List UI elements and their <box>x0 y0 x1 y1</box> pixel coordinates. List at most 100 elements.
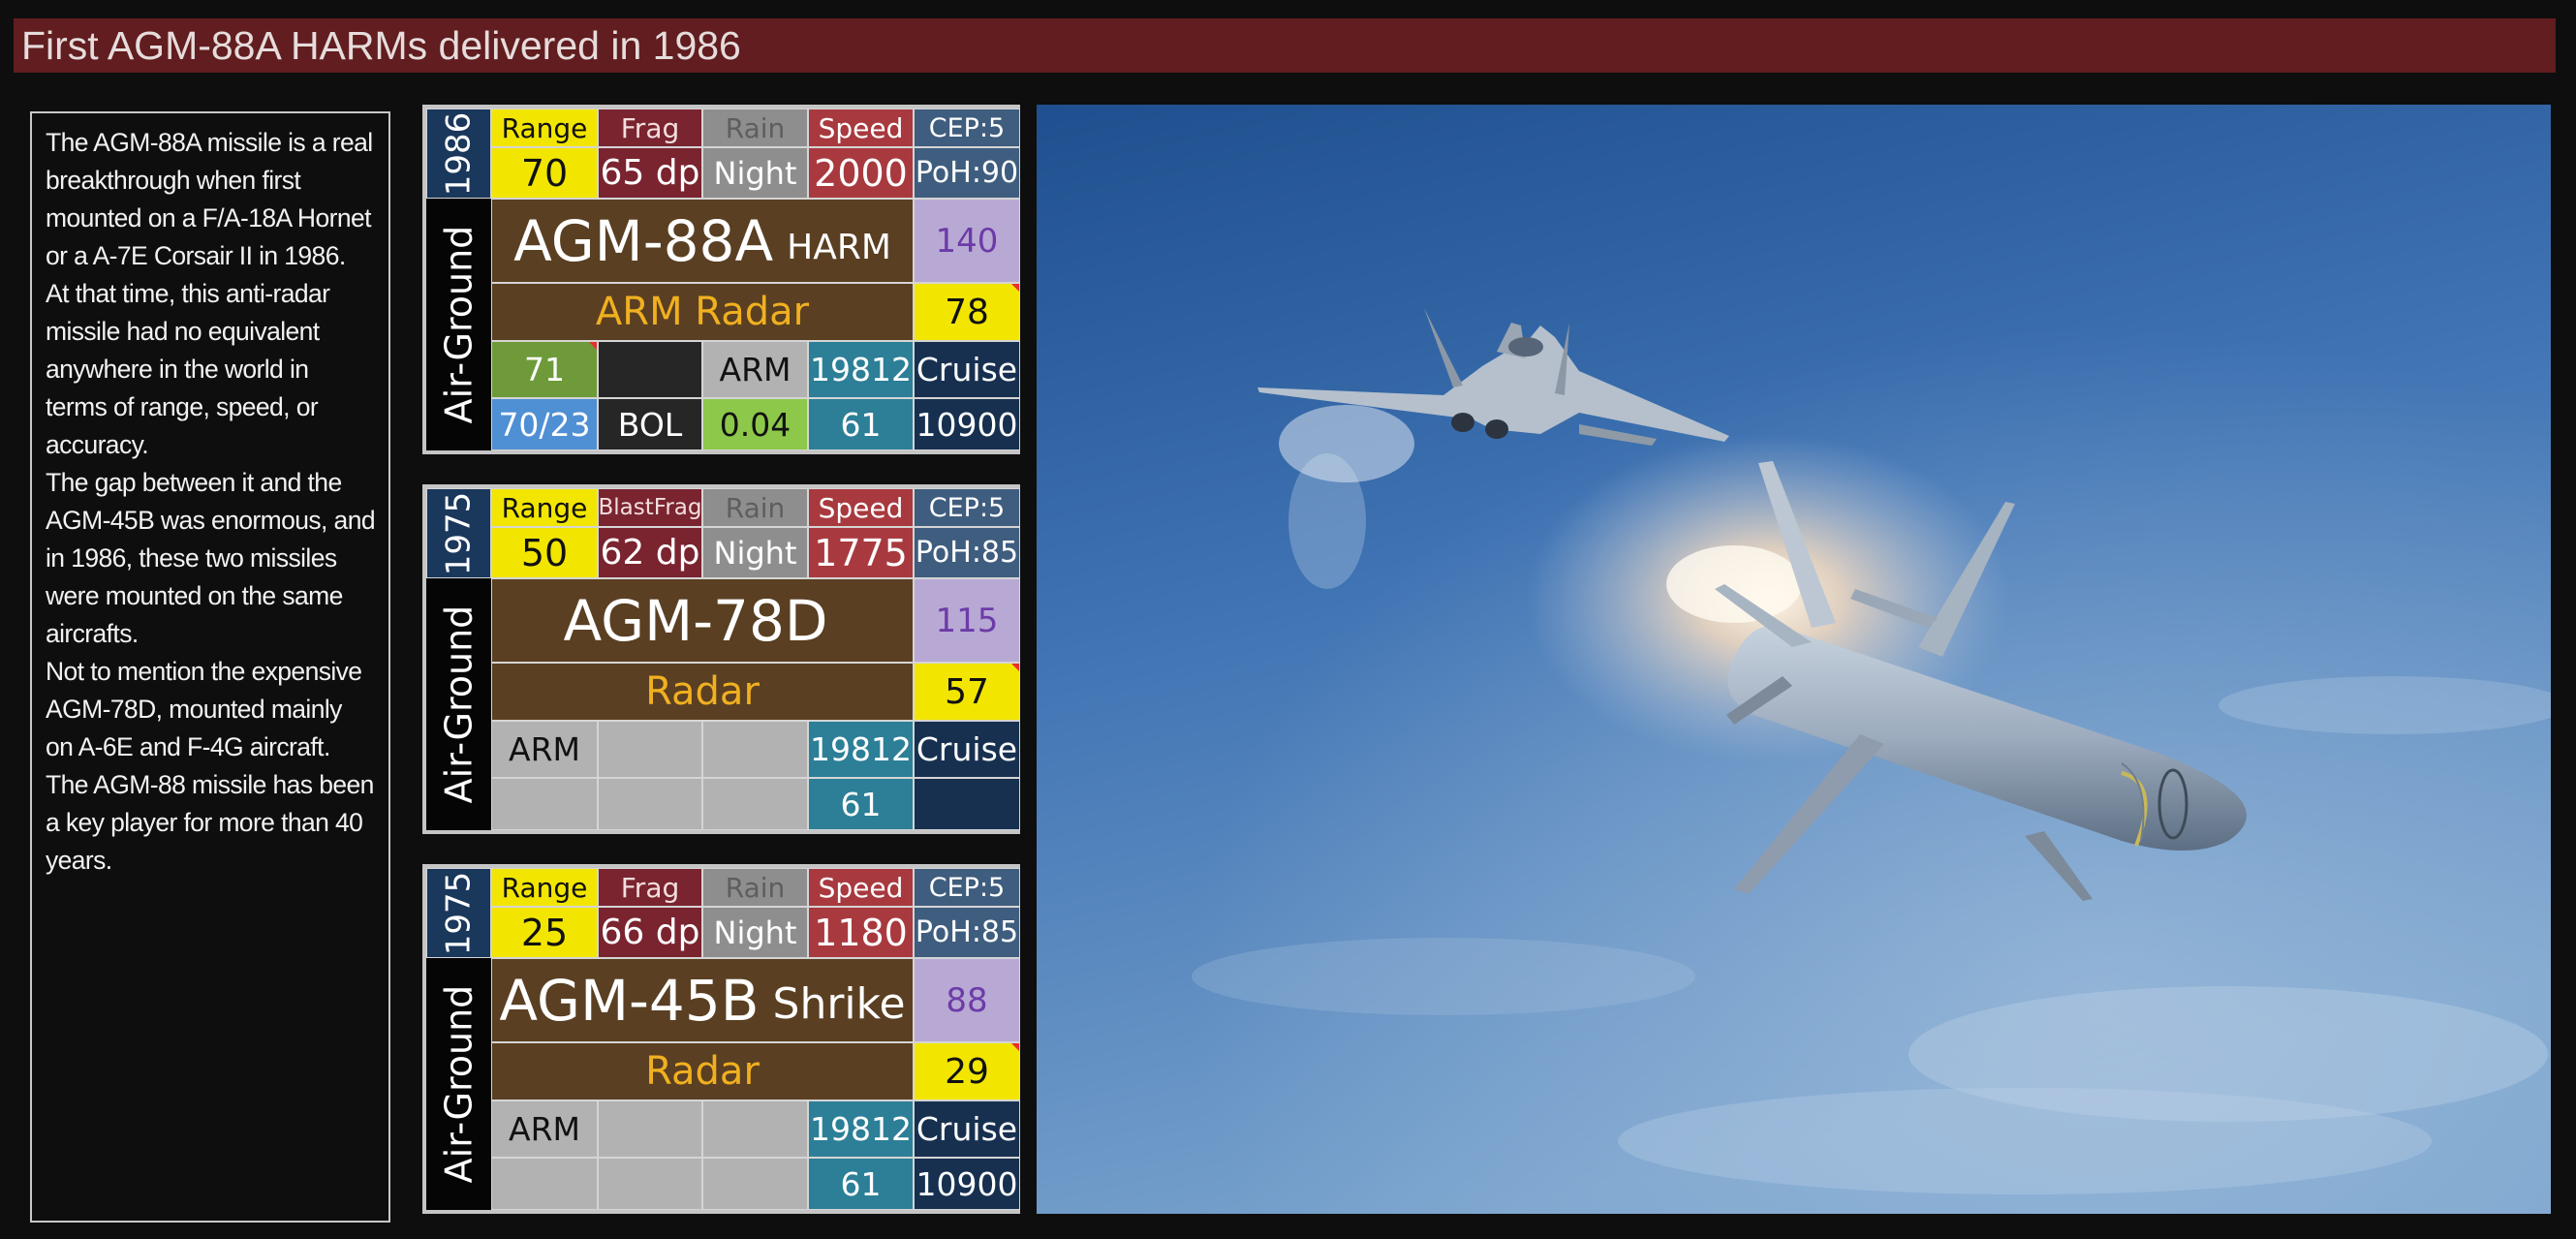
description-paragraph: Not to mention the expensive AGM-78D, mo… <box>46 657 362 761</box>
range-value: 70 <box>491 147 598 199</box>
score-value: 88 <box>914 958 1020 1042</box>
description-panel: The AGM-88A missile is a real breakthrou… <box>30 111 390 1223</box>
stat-cell <box>598 721 702 778</box>
description-paragraph: The AGM-88 missile has been a key player… <box>46 770 374 875</box>
poh-value: PoH:85 <box>914 527 1020 578</box>
seeker-type: Radar <box>491 1042 914 1100</box>
speed-value: 1180 <box>808 907 914 958</box>
stat-cell: ARM <box>491 721 598 778</box>
range-label: Range <box>491 868 598 907</box>
stat-cell: 10900 <box>914 398 1020 450</box>
weapon-name-cell: AGM-88A HARM <box>491 199 914 283</box>
rating-value: 57 <box>914 663 1020 721</box>
stat-cell <box>702 778 808 830</box>
cep-value: CEP:5 <box>914 108 1020 147</box>
frag-value: 62 dp <box>598 527 702 578</box>
night-label: Night <box>702 907 808 958</box>
description-paragraph: The AGM-88A missile is a real breakthrou… <box>46 128 373 270</box>
frag-value: 65 dp <box>598 147 702 199</box>
stat-cell: 10900 <box>914 1158 1020 1210</box>
corner-marker <box>1011 284 1019 292</box>
cep-value: CEP:5 <box>914 868 1020 907</box>
rating-value: 29 <box>914 1042 1020 1100</box>
role-text: Air-Ground <box>437 225 481 424</box>
year-text: 1975 <box>439 491 479 575</box>
stat-cell: 19812 <box>808 721 914 778</box>
stat-cell: ARM <box>491 1100 598 1158</box>
stat-cell <box>598 778 702 830</box>
stat-cell: 0.04 <box>702 398 808 450</box>
weapon-name: AGM-45B <box>499 967 760 1034</box>
weapon-name-cell: AGM-78D <box>491 578 914 663</box>
role-label: Air-Ground <box>426 578 491 830</box>
range-label: Range <box>491 488 598 527</box>
role-text: Air-Ground <box>437 984 481 1184</box>
rain-label: Rain <box>702 488 808 527</box>
stat-cell <box>598 1158 702 1210</box>
rain-label: Rain <box>702 868 808 907</box>
rain-label: Rain <box>702 108 808 147</box>
stat-cell <box>491 1158 598 1210</box>
stat-cell: Cruise <box>914 721 1020 778</box>
weapon-card: 1986 Air-Ground Range Frag Rain Speed CEP:5 70 6… <box>422 105 1020 454</box>
speed-label: Speed <box>808 108 914 147</box>
poh-value: PoH:90 <box>914 147 1020 199</box>
stat-cell: ARM <box>702 341 808 398</box>
weapon-card: 1975 Air-Ground Range Frag Rain Speed CEP:5 25 6… <box>422 864 1020 1214</box>
seeker-type: Radar <box>491 663 914 721</box>
night-label: Night <box>702 147 808 199</box>
stat-cell: 61 <box>808 398 914 450</box>
description-paragraph: The gap between it and the AGM-45B was e… <box>46 468 376 648</box>
score-value: 115 <box>914 578 1020 663</box>
rating-value: 78 <box>914 283 1020 341</box>
stat-cell <box>491 778 598 830</box>
year-text: 1986 <box>439 111 479 196</box>
stat-cell <box>598 1100 702 1158</box>
role-text: Air-Ground <box>437 604 481 804</box>
year-label: 1986 <box>426 108 491 199</box>
stat-cell <box>598 341 702 398</box>
stat-cell: Cruise <box>914 1100 1020 1158</box>
stat-cell <box>702 1158 808 1210</box>
corner-marker <box>1011 664 1019 671</box>
stat-cell: 19812 <box>808 341 914 398</box>
range-label: Range <box>491 108 598 147</box>
frag-value: 66 dp <box>598 907 702 958</box>
speed-label: Speed <box>808 488 914 527</box>
weapon-name: AGM-78D <box>563 587 828 654</box>
stat-cell: 70/23 <box>491 398 598 450</box>
poh-value: PoH:85 <box>914 907 1020 958</box>
stat-cell <box>702 721 808 778</box>
frag-label: BlastFrag <box>598 488 702 527</box>
role-label: Air-Ground <box>426 958 491 1210</box>
stat-cell <box>914 778 1020 830</box>
missile-launch-photo <box>1037 105 2551 1214</box>
stat-cell: 71 <box>491 341 598 398</box>
speed-label: Speed <box>808 868 914 907</box>
weapon-name: AGM-88A <box>513 207 774 274</box>
cep-value: CEP:5 <box>914 488 1020 527</box>
year-label: 1975 <box>426 868 491 958</box>
stat-cell <box>702 1100 808 1158</box>
frag-label: Frag <box>598 108 702 147</box>
stat-cell: 61 <box>808 1158 914 1210</box>
weapon-name-cell: AGM-45B Shrike <box>491 958 914 1042</box>
night-label: Night <box>702 527 808 578</box>
range-value: 50 <box>491 527 598 578</box>
score-value: 140 <box>914 199 1020 283</box>
range-value: 25 <box>491 907 598 958</box>
corner-marker <box>1011 1043 1019 1051</box>
speed-value: 2000 <box>808 147 914 199</box>
stat-cell: Cruise <box>914 341 1020 398</box>
stat-cell: 61 <box>808 778 914 830</box>
year-text: 1975 <box>439 871 479 955</box>
stat-cell: BOL <box>598 398 702 450</box>
weapon-name-suffix: Shrike <box>772 979 906 1029</box>
corner-marker <box>589 342 597 350</box>
speed-value: 1775 <box>808 527 914 578</box>
stat-cell: 19812 <box>808 1100 914 1158</box>
weapon-card: 1975 Air-Ground Range BlastFrag Rain Speed CEP… <box>422 484 1020 834</box>
description-paragraph: At that time, this anti-radar missile ha… <box>46 279 330 459</box>
page-title: First AGM-88A HARMs delivered in 1986 <box>14 18 2556 73</box>
weapon-name-suffix: HARM <box>787 228 891 267</box>
